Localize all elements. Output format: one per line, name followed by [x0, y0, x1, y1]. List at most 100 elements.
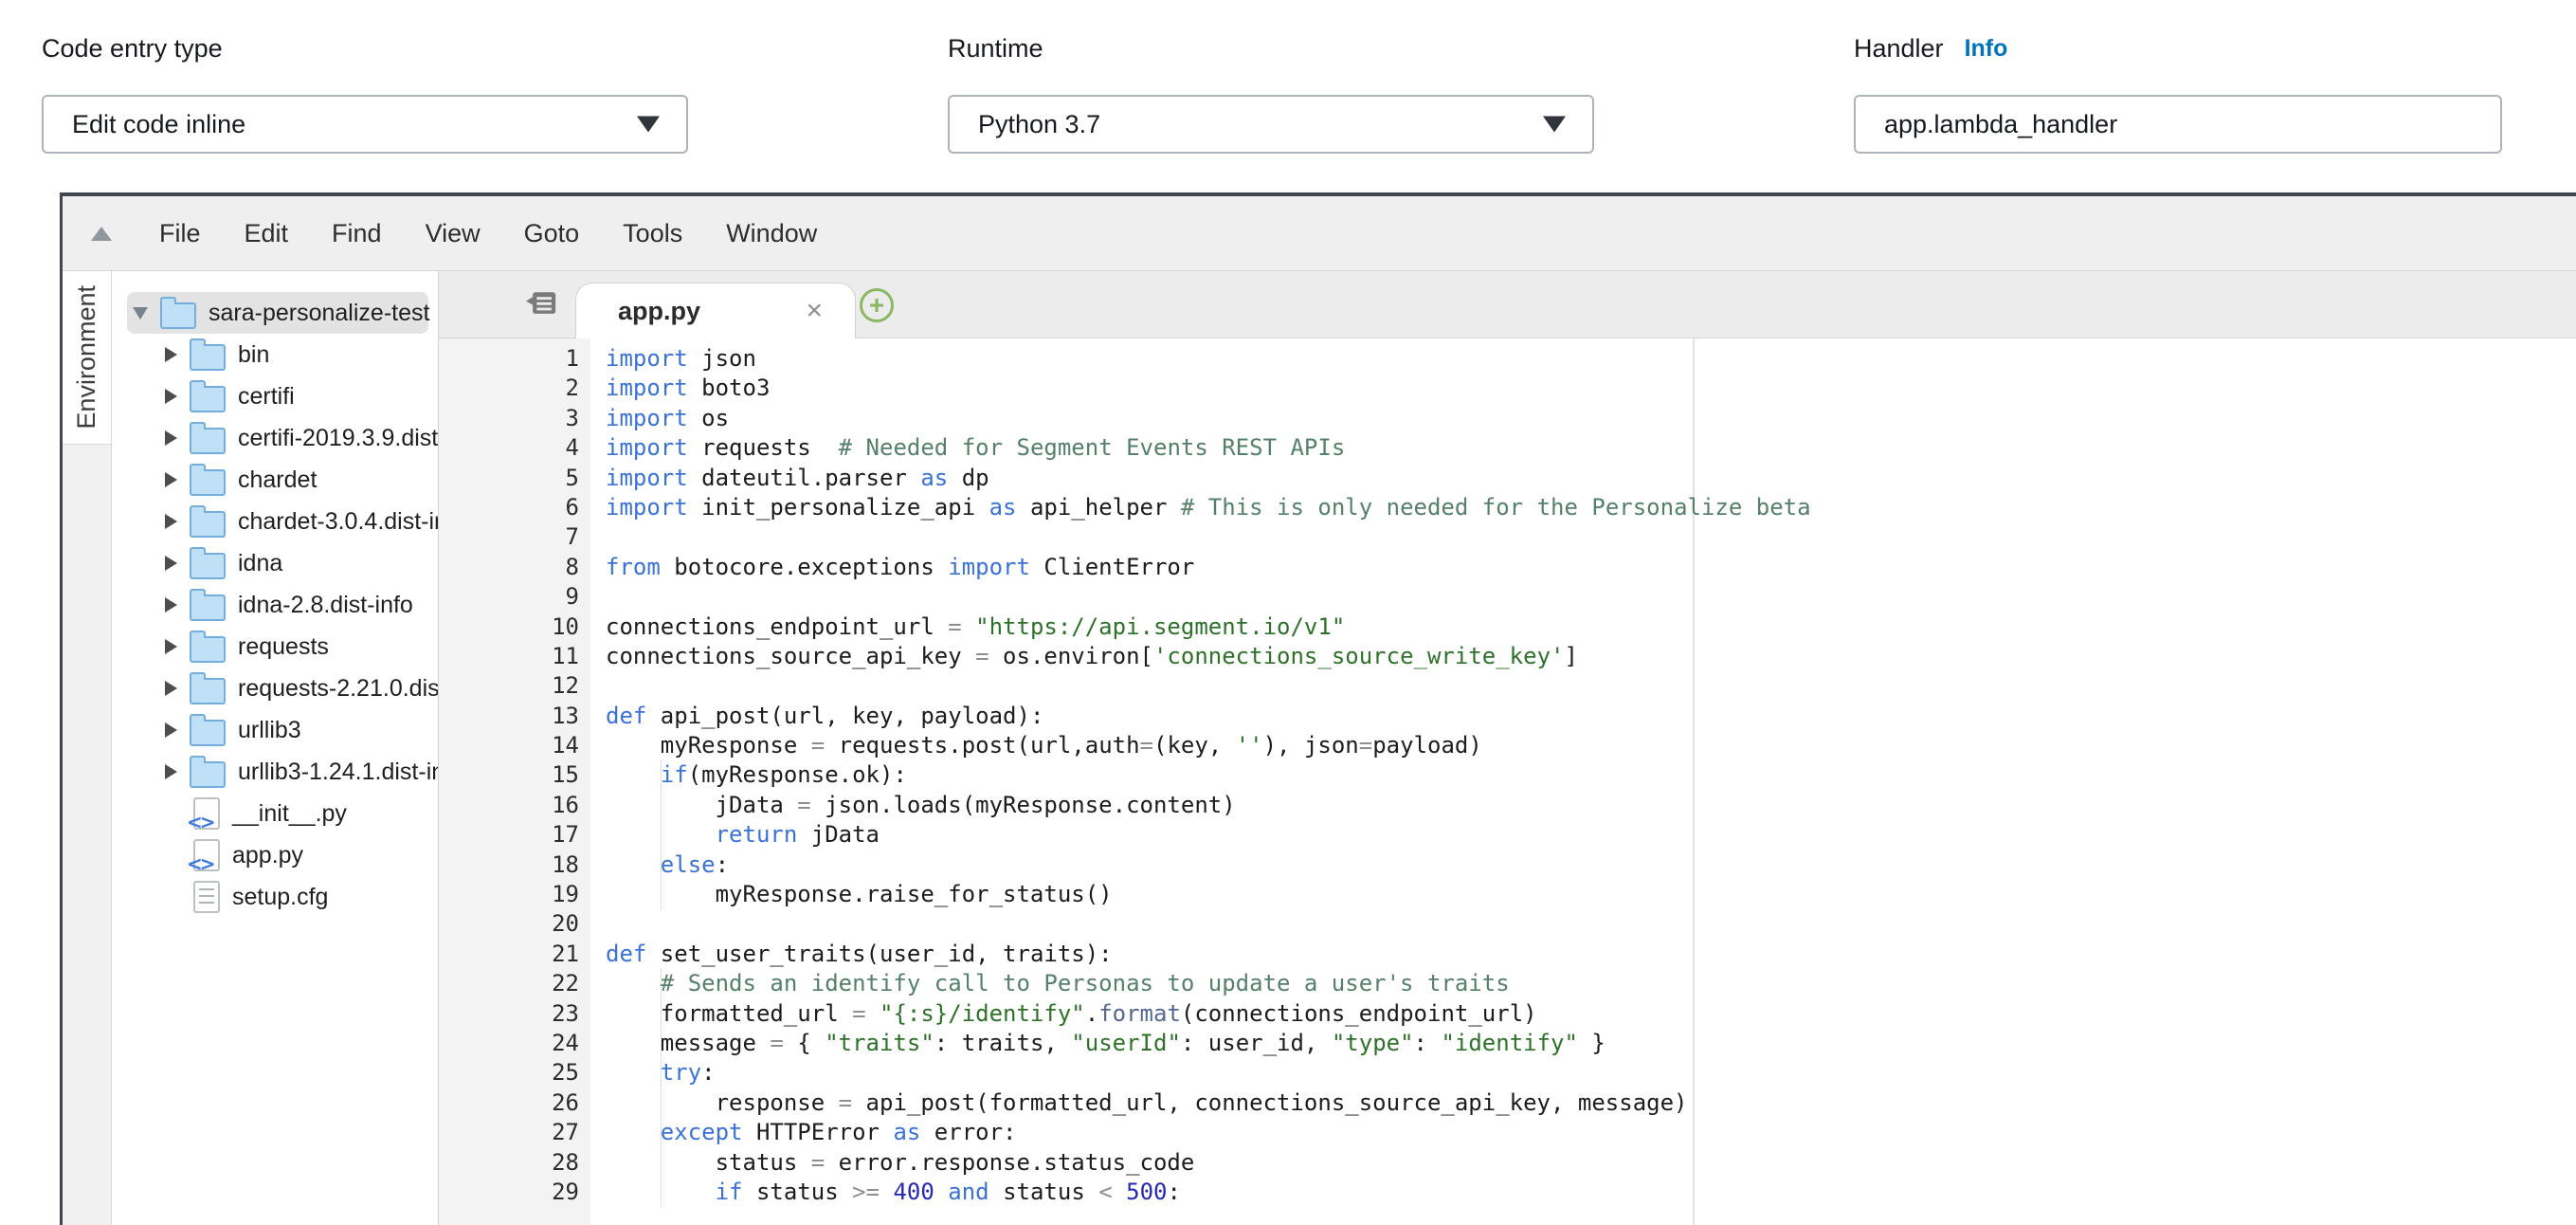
- code-line: [439, 522, 2576, 552]
- code-entry-type-value: Edit code inline: [72, 110, 245, 139]
- tree-item-label: chardet: [238, 466, 317, 494]
- code-token: error:: [920, 1119, 1016, 1145]
- code-token: import: [606, 465, 688, 491]
- tree-item-idna-2-8-dist-info[interactable]: idna-2.8.dist-info: [127, 584, 428, 626]
- code-token: payload): [1372, 732, 1482, 759]
- code-token: import: [948, 554, 1030, 580]
- code-line: if status >= 400 and status < 500:: [439, 1178, 2576, 1207]
- code-token: [606, 761, 661, 788]
- code-token: =: [811, 732, 825, 759]
- chevron-right-icon[interactable]: [165, 556, 177, 571]
- handler-info-link[interactable]: Info: [1965, 35, 2008, 63]
- tab-app-py[interactable]: app.py ×: [575, 283, 856, 338]
- code-token: else: [661, 851, 716, 878]
- code-token: 'connections_source_write_key': [1153, 643, 1564, 669]
- menu-item-tools[interactable]: Tools: [623, 219, 682, 248]
- chevron-right-icon[interactable]: [165, 597, 177, 612]
- tree-item-requests[interactable]: requests: [127, 626, 428, 667]
- runtime-value: Python 3.7: [978, 110, 1100, 139]
- code-token: myResponse: [606, 732, 811, 759]
- tree-item-label: certifi: [238, 383, 295, 411]
- tree-item-label: requests-2.21.0.dist-info: [238, 675, 439, 703]
- code-entry-type-label: Code entry type: [42, 34, 223, 64]
- tree-item-app-py[interactable]: <>app.py: [127, 834, 428, 876]
- code-line: import boto3: [439, 374, 2576, 403]
- chevron-right-icon[interactable]: [165, 722, 177, 738]
- runtime-field: Runtime Python 3.7: [948, 34, 1594, 64]
- code-editor[interactable]: 1234567891011121314151617181920212223242…: [439, 338, 2576, 1225]
- tree-item-setup-cfg[interactable]: setup.cfg: [127, 876, 428, 918]
- chevron-right-icon[interactable]: [165, 639, 177, 654]
- tree-item-label: chardet-3.0.4.dist-info: [238, 508, 439, 536]
- menu-item-find[interactable]: Find: [332, 219, 382, 248]
- chevron-right-icon[interactable]: [165, 430, 177, 446]
- code-token: "userId": [1071, 1030, 1181, 1056]
- runtime-select[interactable]: Python 3.7: [948, 95, 1594, 154]
- code-token: {: [784, 1030, 825, 1056]
- chevron-right-icon[interactable]: [165, 764, 177, 779]
- code-token: as: [893, 1119, 920, 1145]
- chevron-right-icon[interactable]: [165, 472, 177, 487]
- tree-item-certifi-2019-3-9-dist-info[interactable]: certifi-2019.3.9.dist-info: [127, 417, 428, 459]
- chevron-right-icon[interactable]: [165, 389, 177, 404]
- code-token: :: [716, 851, 729, 878]
- page: Code entry type Edit code inline Runtime…: [0, 0, 2576, 1225]
- code-token: =: [948, 613, 961, 640]
- code-token: set_user_traits(user_id, traits):: [646, 941, 1112, 967]
- tree-item-chardet[interactable]: chardet: [127, 459, 428, 501]
- editor-column: app.py × + 12345678910111213141516171819…: [439, 271, 2576, 1225]
- chevron-right-icon[interactable]: [165, 514, 177, 529]
- menu-item-edit[interactable]: Edit: [245, 219, 289, 248]
- chevron-right-icon[interactable]: [165, 681, 177, 696]
- tree-item-label: bin: [238, 341, 269, 369]
- close-icon[interactable]: ×: [806, 297, 823, 325]
- code-token: response: [606, 1089, 839, 1116]
- new-tab-button[interactable]: +: [860, 288, 894, 322]
- code-token: jData: [797, 821, 880, 848]
- tab-environment[interactable]: Environment: [63, 271, 111, 445]
- code-token: os.environ[: [989, 643, 1153, 669]
- tab-list-icon[interactable]: [526, 287, 558, 326]
- tree-item-sara-personalize-test[interactable]: sara-personalize-test: [127, 292, 428, 334]
- code-token: from: [606, 554, 661, 580]
- code-entry-type-select[interactable]: Edit code inline: [42, 95, 688, 154]
- tree-item-urllib3[interactable]: urllib3: [127, 709, 428, 751]
- code-token: "traits": [825, 1030, 934, 1056]
- chevron-down-icon[interactable]: [133, 307, 148, 320]
- code-line: jData = json.loads(myResponse.content): [439, 791, 2576, 820]
- code-token: =: [1140, 732, 1153, 759]
- code-token: status: [743, 1179, 853, 1205]
- menu-item-goto[interactable]: Goto: [524, 219, 580, 248]
- code-line: [439, 909, 2576, 939]
- tree-item-certifi[interactable]: certifi: [127, 375, 428, 417]
- code-token: if: [661, 761, 688, 788]
- code-token: def: [606, 941, 646, 967]
- menu-item-window[interactable]: Window: [726, 219, 817, 248]
- collapse-editor-icon[interactable]: [91, 227, 112, 241]
- plus-icon: +: [869, 292, 884, 319]
- code-token: import: [606, 345, 688, 372]
- code-line: import os: [439, 404, 2576, 433]
- environment-strip: Environment: [63, 271, 112, 1225]
- tree-item-init-py[interactable]: <>__init__.py: [127, 793, 428, 834]
- ide-window: File Edit Find View Goto Tools Window Environm…: [60, 192, 2576, 1225]
- tree-item-urllib3-1-24-1-dist-info[interactable]: urllib3-1.24.1.dist-info: [127, 751, 428, 793]
- tab-title: app.py: [618, 297, 700, 326]
- code-line: except HTTPError as error:: [439, 1118, 2576, 1147]
- chevron-right-icon[interactable]: [165, 347, 177, 362]
- file-tree: sara-personalize-test bin certifi certifi-2…: [112, 271, 439, 1225]
- code-line: else:: [439, 850, 2576, 880]
- tree-item-requests-2-21-0-dist-info[interactable]: requests-2.21.0.dist-info: [127, 667, 428, 709]
- tree-item-bin[interactable]: bin: [127, 334, 428, 375]
- code-token: api_helper: [1017, 494, 1181, 521]
- code-line: def api_post(url, key, payload):: [439, 702, 2576, 731]
- menu-item-file[interactable]: File: [159, 219, 201, 248]
- handler-input[interactable]: app.lambda_handler: [1854, 95, 2502, 154]
- menu-items: File Edit Find View Goto Tools Window: [159, 219, 817, 248]
- tree-item-label: idna-2.8.dist-info: [238, 592, 413, 619]
- tree-item-idna[interactable]: idna: [127, 542, 428, 584]
- menu-item-view[interactable]: View: [426, 219, 481, 248]
- tree-item-chardet-3-0-4-dist-info[interactable]: chardet-3.0.4.dist-info: [127, 501, 428, 542]
- code-token: requests: [688, 434, 839, 461]
- handler-value: app.lambda_handler: [1884, 110, 2117, 139]
